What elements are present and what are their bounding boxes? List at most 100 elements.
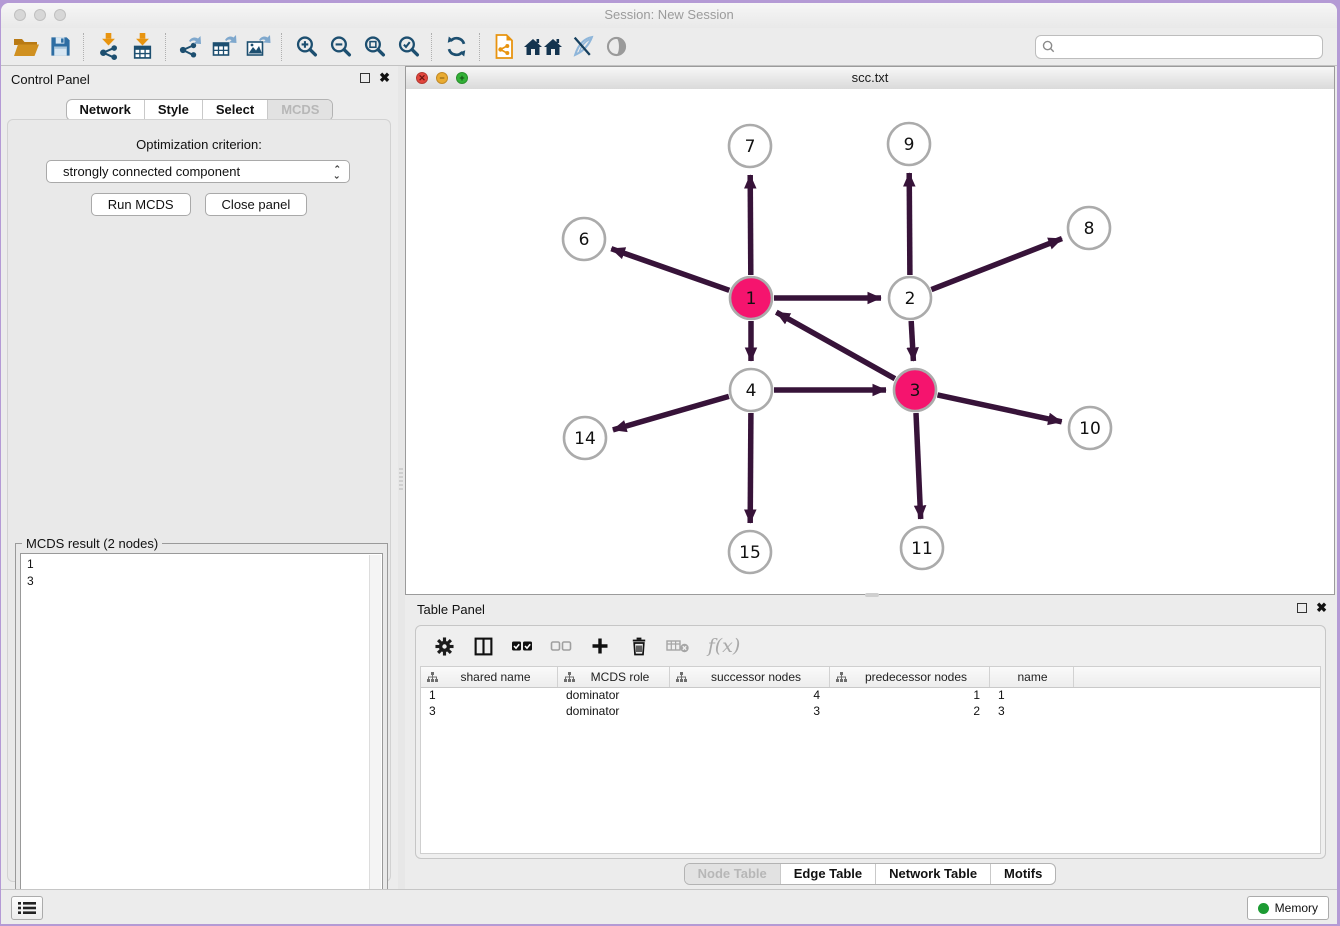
select-all-checks-icon[interactable]: [510, 634, 534, 658]
graph-edge-2-9[interactable]: [909, 173, 910, 275]
search-icon: [1042, 40, 1055, 53]
mcds-result-line: 3: [27, 573, 382, 590]
float-panel-icon[interactable]: [360, 73, 370, 83]
refresh-icon[interactable]: [439, 32, 473, 62]
network-canvas[interactable]: 7968124314101511: [406, 89, 1334, 594]
graph-node-8[interactable]: [1068, 207, 1110, 249]
table-settings-icon[interactable]: [432, 634, 456, 658]
home-neighbors-icon[interactable]: [521, 32, 565, 62]
export-network-icon[interactable]: [173, 32, 207, 62]
optimization-criterion-select[interactable]: strongly connected component ⌃⌃: [46, 160, 350, 183]
search-input[interactable]: [1059, 39, 1316, 55]
export-table-icon[interactable]: [207, 32, 241, 62]
delete-column-icon[interactable]: [666, 634, 690, 658]
graph-edge-3-1[interactable]: [776, 312, 895, 379]
tab-mcds[interactable]: MCDS: [267, 100, 332, 120]
tab-edge-table[interactable]: Edge Table: [780, 864, 875, 884]
import-table-icon[interactable]: [125, 32, 159, 62]
graph-edge-1-6[interactable]: [611, 249, 729, 291]
column-type-icon: [427, 672, 438, 683]
save-session-icon[interactable]: [43, 32, 77, 62]
tab-network-table[interactable]: Network Table: [875, 864, 990, 884]
graph-node-15[interactable]: [729, 531, 771, 573]
graph-edge-2-3[interactable]: [911, 321, 913, 361]
table-cell[interactable]: dominator: [558, 704, 670, 720]
column-header-shared-name[interactable]: shared name: [421, 667, 558, 687]
main-toolbar: [1, 28, 1337, 66]
graph-node-7[interactable]: [729, 125, 771, 167]
memory-button[interactable]: Memory: [1247, 896, 1329, 920]
tab-style[interactable]: Style: [144, 100, 202, 120]
mcds-tab-content: Optimization criterion: strongly connect…: [7, 119, 391, 882]
result-scrollbar[interactable]: [369, 555, 381, 915]
table-cell[interactable]: 3: [990, 704, 1074, 720]
clone-network-icon[interactable]: [487, 32, 521, 62]
graph-edge-3-10[interactable]: [938, 395, 1062, 422]
tab-network[interactable]: Network: [67, 100, 144, 120]
zoom-fit-icon[interactable]: [357, 32, 391, 62]
mcds-result-title: MCDS result (2 nodes): [22, 536, 162, 551]
graph-edge-4-15[interactable]: [750, 413, 751, 523]
zoom-selected-icon[interactable]: [391, 32, 425, 62]
table-toolbar: f(x): [416, 626, 1325, 666]
run-mcds-button[interactable]: Run MCDS: [91, 193, 191, 216]
zoom-out-icon[interactable]: [323, 32, 357, 62]
graph-edge-4-14[interactable]: [613, 396, 729, 430]
add-row-icon[interactable]: [588, 634, 612, 658]
tab-node-table[interactable]: Node Table: [685, 864, 780, 884]
graph-node-14[interactable]: [564, 417, 606, 459]
task-history-button[interactable]: [11, 896, 43, 920]
mcds-result-textarea[interactable]: 1 3: [20, 553, 383, 917]
show-column-icon[interactable]: [471, 634, 495, 658]
column-header-successor-nodes[interactable]: successor nodes: [670, 667, 830, 687]
table-row[interactable]: 1 dominator 4 1 1: [421, 688, 1320, 704]
import-network-icon[interactable]: [91, 32, 125, 62]
table-cell[interactable]: 1: [421, 688, 558, 704]
deselect-all-checks-icon[interactable]: [549, 634, 573, 658]
column-header-predecessor-nodes[interactable]: predecessor nodes: [830, 667, 990, 687]
chevron-up-down-icon: ⌃⌃: [333, 167, 341, 177]
graph-node-1[interactable]: [730, 277, 772, 319]
export-image-icon[interactable]: [241, 32, 275, 62]
open-file-icon[interactable]: [9, 32, 43, 62]
graph-node-10[interactable]: [1069, 407, 1111, 449]
graph-edge-3-11[interactable]: [916, 413, 921, 519]
column-header-mcds-role[interactable]: MCDS role: [558, 667, 670, 687]
zoom-in-icon[interactable]: [289, 32, 323, 62]
network-window-title: scc.txt: [406, 70, 1334, 85]
column-header-name[interactable]: name: [990, 667, 1074, 687]
toolbar-separator: [165, 33, 167, 61]
table-cell[interactable]: 1: [830, 688, 990, 704]
graph-edge-1-7[interactable]: [750, 175, 751, 275]
network-graph[interactable]: 7968124314101511: [406, 89, 1334, 594]
splitter-grip[interactable]: [399, 468, 403, 490]
function-builder-icon[interactable]: f(x): [705, 634, 743, 658]
close-table-panel-icon[interactable]: ✖: [1316, 603, 1327, 613]
graph-node-3[interactable]: [894, 369, 936, 411]
graph-node-9[interactable]: [888, 123, 930, 165]
delete-row-icon[interactable]: [627, 634, 651, 658]
graph-node-4[interactable]: [730, 369, 772, 411]
table-panel-title: Table Panel: [417, 602, 485, 617]
control-panel: Control Panel ✖ Network Style Select MCD…: [1, 66, 398, 890]
graph-edge-2-8[interactable]: [931, 239, 1062, 290]
table-splitter-grip[interactable]: [865, 593, 879, 597]
tab-select[interactable]: Select: [202, 100, 267, 120]
graph-node-2[interactable]: [889, 277, 931, 319]
tab-motifs[interactable]: Motifs: [990, 864, 1055, 884]
graph-node-6[interactable]: [563, 218, 605, 260]
search-field[interactable]: [1035, 35, 1323, 59]
graphics-details-icon[interactable]: [565, 32, 599, 62]
table-cell[interactable]: dominator: [558, 688, 670, 704]
close-panel-icon[interactable]: ✖: [379, 73, 390, 83]
table-cell[interactable]: 3: [421, 704, 558, 720]
float-table-panel-icon[interactable]: [1297, 603, 1307, 613]
table-cell[interactable]: 2: [830, 704, 990, 720]
table-row[interactable]: 3 dominator 3 2 3: [421, 704, 1320, 720]
close-panel-button[interactable]: Close panel: [205, 193, 308, 216]
table-cell[interactable]: 1: [990, 688, 1074, 704]
table-cell[interactable]: 3: [670, 704, 830, 720]
show-hide-icon[interactable]: [599, 32, 633, 62]
graph-node-11[interactable]: [901, 527, 943, 569]
table-cell[interactable]: 4: [670, 688, 830, 704]
